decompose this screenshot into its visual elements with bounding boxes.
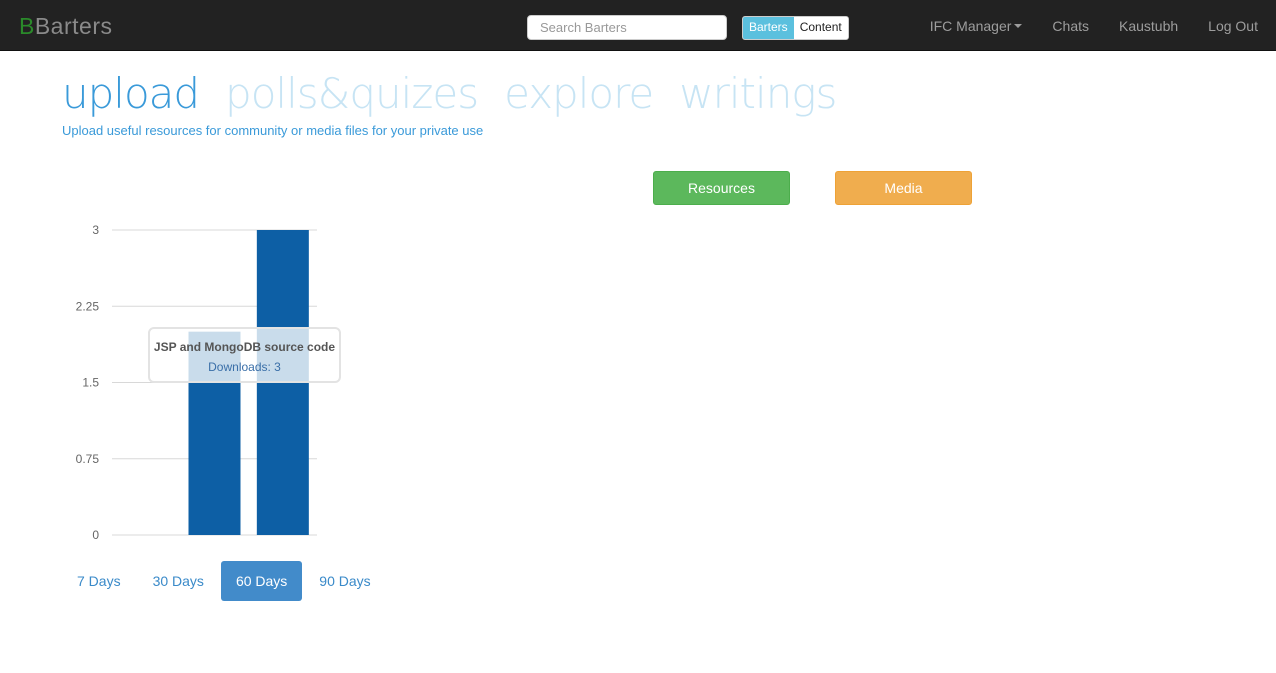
toggle-content[interactable]: Content bbox=[793, 17, 848, 39]
nav-ifc-manager-dropdown[interactable]: IFC Manager bbox=[930, 18, 1023, 34]
nav-chats-link[interactable]: Chats bbox=[1052, 18, 1089, 34]
resources-button[interactable]: Resources bbox=[653, 171, 790, 205]
media-button[interactable]: Media bbox=[835, 171, 972, 205]
brand-initial: B bbox=[19, 13, 35, 39]
y-tick-label: 1.5 bbox=[82, 376, 99, 390]
tab-explore[interactable]: explore bbox=[504, 68, 654, 120]
range-30-days[interactable]: 30 Days bbox=[138, 561, 219, 601]
y-tick-label: 0.75 bbox=[76, 452, 100, 466]
nav-ifc-manager-label: IFC Manager bbox=[929, 17, 1012, 34]
brand-name: Barters bbox=[34, 13, 113, 39]
y-tick-label: 2.25 bbox=[76, 299, 100, 313]
tab-writings[interactable]: writings bbox=[679, 68, 837, 120]
downloads-bar-chart: 0 0.75 1.5 2.25 3 bbox=[76, 223, 317, 542]
y-tick-label: 0 bbox=[92, 528, 99, 542]
time-range-selector: 7 Days 30 Days 60 Days 90 Days bbox=[62, 561, 388, 601]
nav-menu: IFC Manager Chats Kaustubh Log Out bbox=[900, 0, 1258, 51]
y-tick-label: 3 bbox=[92, 223, 99, 237]
tab-upload[interactable]: upload bbox=[62, 68, 200, 120]
tooltip-value: Downloads: 3 bbox=[208, 360, 281, 374]
search-input[interactable] bbox=[527, 15, 727, 40]
tab-polls-quizes[interactable]: polls&quizes bbox=[225, 68, 479, 120]
range-7-days[interactable]: 7 Days bbox=[62, 561, 136, 601]
top-navbar: BBarters Barters Content IFC Manager Cha… bbox=[0, 0, 1276, 51]
page-subtitle: Upload useful resources for community or… bbox=[62, 123, 484, 138]
nav-user-link[interactable]: Kaustubh bbox=[1119, 18, 1178, 34]
tooltip-title: JSP and MongoDB source code bbox=[153, 340, 336, 354]
section-tabs: upload polls&quizes explore writings bbox=[62, 68, 862, 120]
brand-logo[interactable]: BBarters bbox=[19, 13, 112, 40]
search-scope-toggle: Barters Content bbox=[742, 16, 849, 40]
range-60-days[interactable]: 60 Days bbox=[220, 561, 303, 601]
nav-logout-link[interactable]: Log Out bbox=[1208, 18, 1258, 34]
caret-down-icon bbox=[1014, 23, 1023, 28]
chart-tooltip: JSP and MongoDB source code Downloads: 3 bbox=[148, 327, 341, 383]
toggle-barters[interactable]: Barters bbox=[743, 17, 794, 39]
range-90-days[interactable]: 90 Days bbox=[304, 561, 385, 601]
